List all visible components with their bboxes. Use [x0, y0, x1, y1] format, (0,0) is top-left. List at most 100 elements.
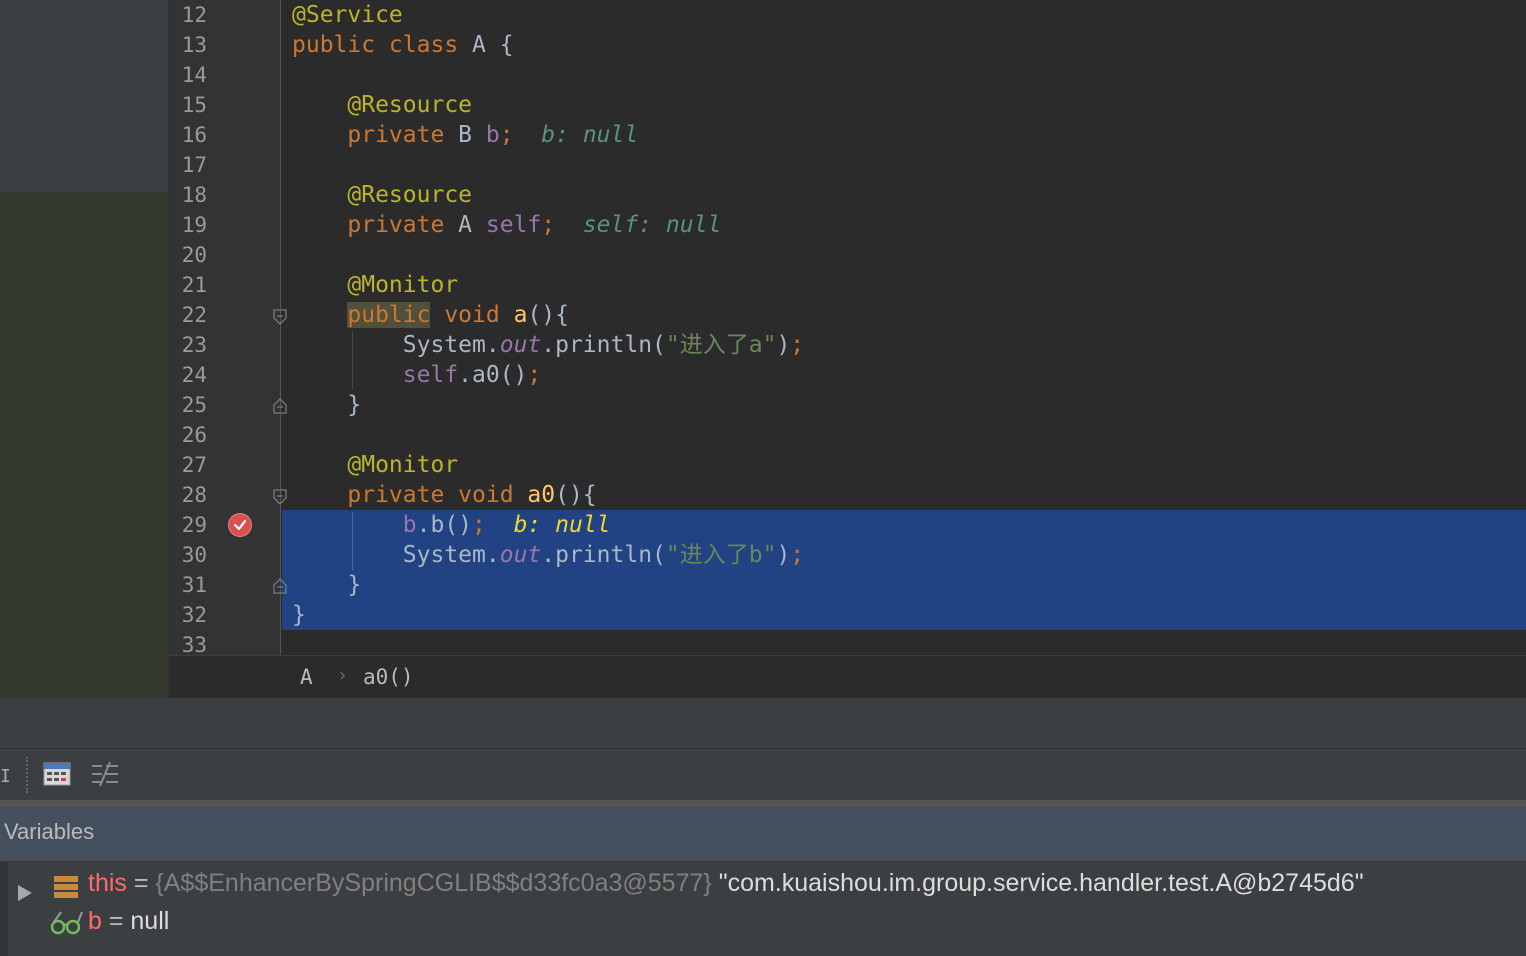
code-token: System. [292, 542, 500, 568]
code-line[interactable]: 14 [0, 60, 1526, 90]
code-line[interactable]: 12 @Service [0, 0, 1526, 30]
code-line[interactable]: 20 [0, 240, 1526, 270]
code-token: } [292, 392, 362, 418]
line-number: 19 [181, 213, 207, 237]
fold-marker-close-icon[interactable] [273, 578, 287, 594]
line-number: 30 [181, 543, 207, 567]
code-token: private void [347, 482, 528, 508]
code-text: public void a(){ [292, 300, 569, 330]
code-token: public class [292, 32, 473, 58]
code-text: self.a0(); [292, 360, 542, 390]
code-token: @Service [292, 2, 403, 28]
code-token: private [347, 212, 459, 238]
code-text: private void a0(){ [292, 480, 596, 510]
code-line[interactable]: 30 System.out.println("进入了b"); [0, 540, 1526, 570]
code-text: b.b(); b: null [292, 510, 611, 540]
code-token: self: null [555, 212, 722, 238]
variable-row[interactable]: this = {A$$EnhancerBySpringCGLIB$$d33fc0… [0, 864, 1526, 902]
calculator-icon[interactable] [42, 761, 72, 789]
code-line[interactable]: 28 private void a0(){ [0, 480, 1526, 510]
toolbar-edge-glyph: I [0, 766, 11, 787]
code-line[interactable]: 18 @Resource [0, 180, 1526, 210]
code-line[interactable]: 16 private B b; b: null [0, 120, 1526, 150]
debug-tab-bar [0, 698, 1526, 748]
variables-tree: this = {A$$EnhancerBySpringCGLIB$$d33fc0… [0, 862, 1526, 956]
code-token: ; [499, 122, 514, 148]
breakpoint-verified-icon[interactable] [228, 513, 252, 537]
code-token: .println( [541, 542, 666, 568]
code-line[interactable]: 25 } [0, 390, 1526, 420]
line-number: 31 [181, 573, 207, 597]
code-text: @Monitor [292, 450, 458, 480]
line-number: 27 [181, 453, 207, 477]
code-text: public class A { [292, 30, 514, 60]
line-number: 15 [181, 93, 207, 117]
variables-header: Variables [0, 807, 1526, 862]
code-text: System.out.println("进入了b"); [292, 540, 804, 570]
code-line[interactable]: 23 System.out.println("进入了a"); [0, 330, 1526, 360]
code-line[interactable]: 13 public class A { [0, 30, 1526, 60]
variable-row[interactable]: b = null [0, 902, 1526, 940]
code-token: ; [790, 332, 805, 358]
code-token: A { [472, 32, 514, 58]
code-line[interactable]: 17 [0, 150, 1526, 180]
code-token: .b() [416, 512, 473, 538]
line-number: 17 [181, 153, 207, 177]
breadcrumb-method[interactable]: a0() [363, 665, 414, 689]
variables-title: Variables [4, 819, 95, 844]
fold-marker-close-icon[interactable] [273, 398, 287, 414]
breadcrumb-separator: › [337, 665, 348, 686]
code-token: b: null [513, 122, 639, 148]
code-token: @Resource [347, 92, 473, 118]
code-text: private B b; b: null [292, 120, 638, 150]
fold-marker-open-icon[interactable] [273, 489, 287, 505]
code-token: B [458, 122, 486, 148]
code-token: ; [541, 212, 556, 238]
variable-equals: = [126, 869, 156, 897]
code-text: } [292, 390, 361, 420]
code-token: self [485, 212, 542, 238]
breadcrumb: A › a0() [170, 655, 1526, 699]
breadcrumb-class[interactable]: A [300, 665, 313, 689]
variable-equals: = [101, 907, 131, 935]
line-number: 28 [181, 483, 207, 507]
panel-divider[interactable] [0, 800, 1526, 807]
code-token: out [499, 332, 542, 358]
code-token: a [513, 302, 528, 328]
line-number: 26 [181, 423, 207, 447]
code-line[interactable]: 26 [0, 420, 1526, 450]
code-line[interactable]: 21 @Monitor [0, 270, 1526, 300]
code-token: "进入了a" [665, 332, 777, 358]
fold-marker-open-icon[interactable] [273, 309, 287, 325]
variable-value: null [130, 907, 170, 935]
settings-list-icon[interactable] [90, 761, 120, 789]
selection-highlight [282, 570, 1526, 600]
code-token: } [292, 602, 306, 628]
code-token: ; [790, 542, 805, 568]
indent-guide [352, 512, 353, 570]
code-line[interactable]: 15 @Resource [0, 90, 1526, 120]
code-line[interactable]: 32} [0, 600, 1526, 630]
code-line[interactable]: 31 } [0, 570, 1526, 600]
line-number: 25 [181, 393, 207, 417]
code-token: @Resource [347, 182, 473, 208]
code-token: ) [776, 332, 791, 358]
code-line[interactable]: 19 private A self; self: null [0, 210, 1526, 240]
code-token: } [292, 572, 362, 598]
code-line[interactable]: 24 self.a0(); [0, 360, 1526, 390]
code-line[interactable]: 22 public void a(){ [0, 300, 1526, 330]
code-token: b: null [485, 512, 611, 538]
line-number: 21 [181, 273, 207, 297]
code-line[interactable]: 27 @Monitor [0, 450, 1526, 480]
indent-guide [352, 332, 353, 390]
code-token: ; [472, 512, 486, 538]
code-token: b [485, 122, 500, 148]
